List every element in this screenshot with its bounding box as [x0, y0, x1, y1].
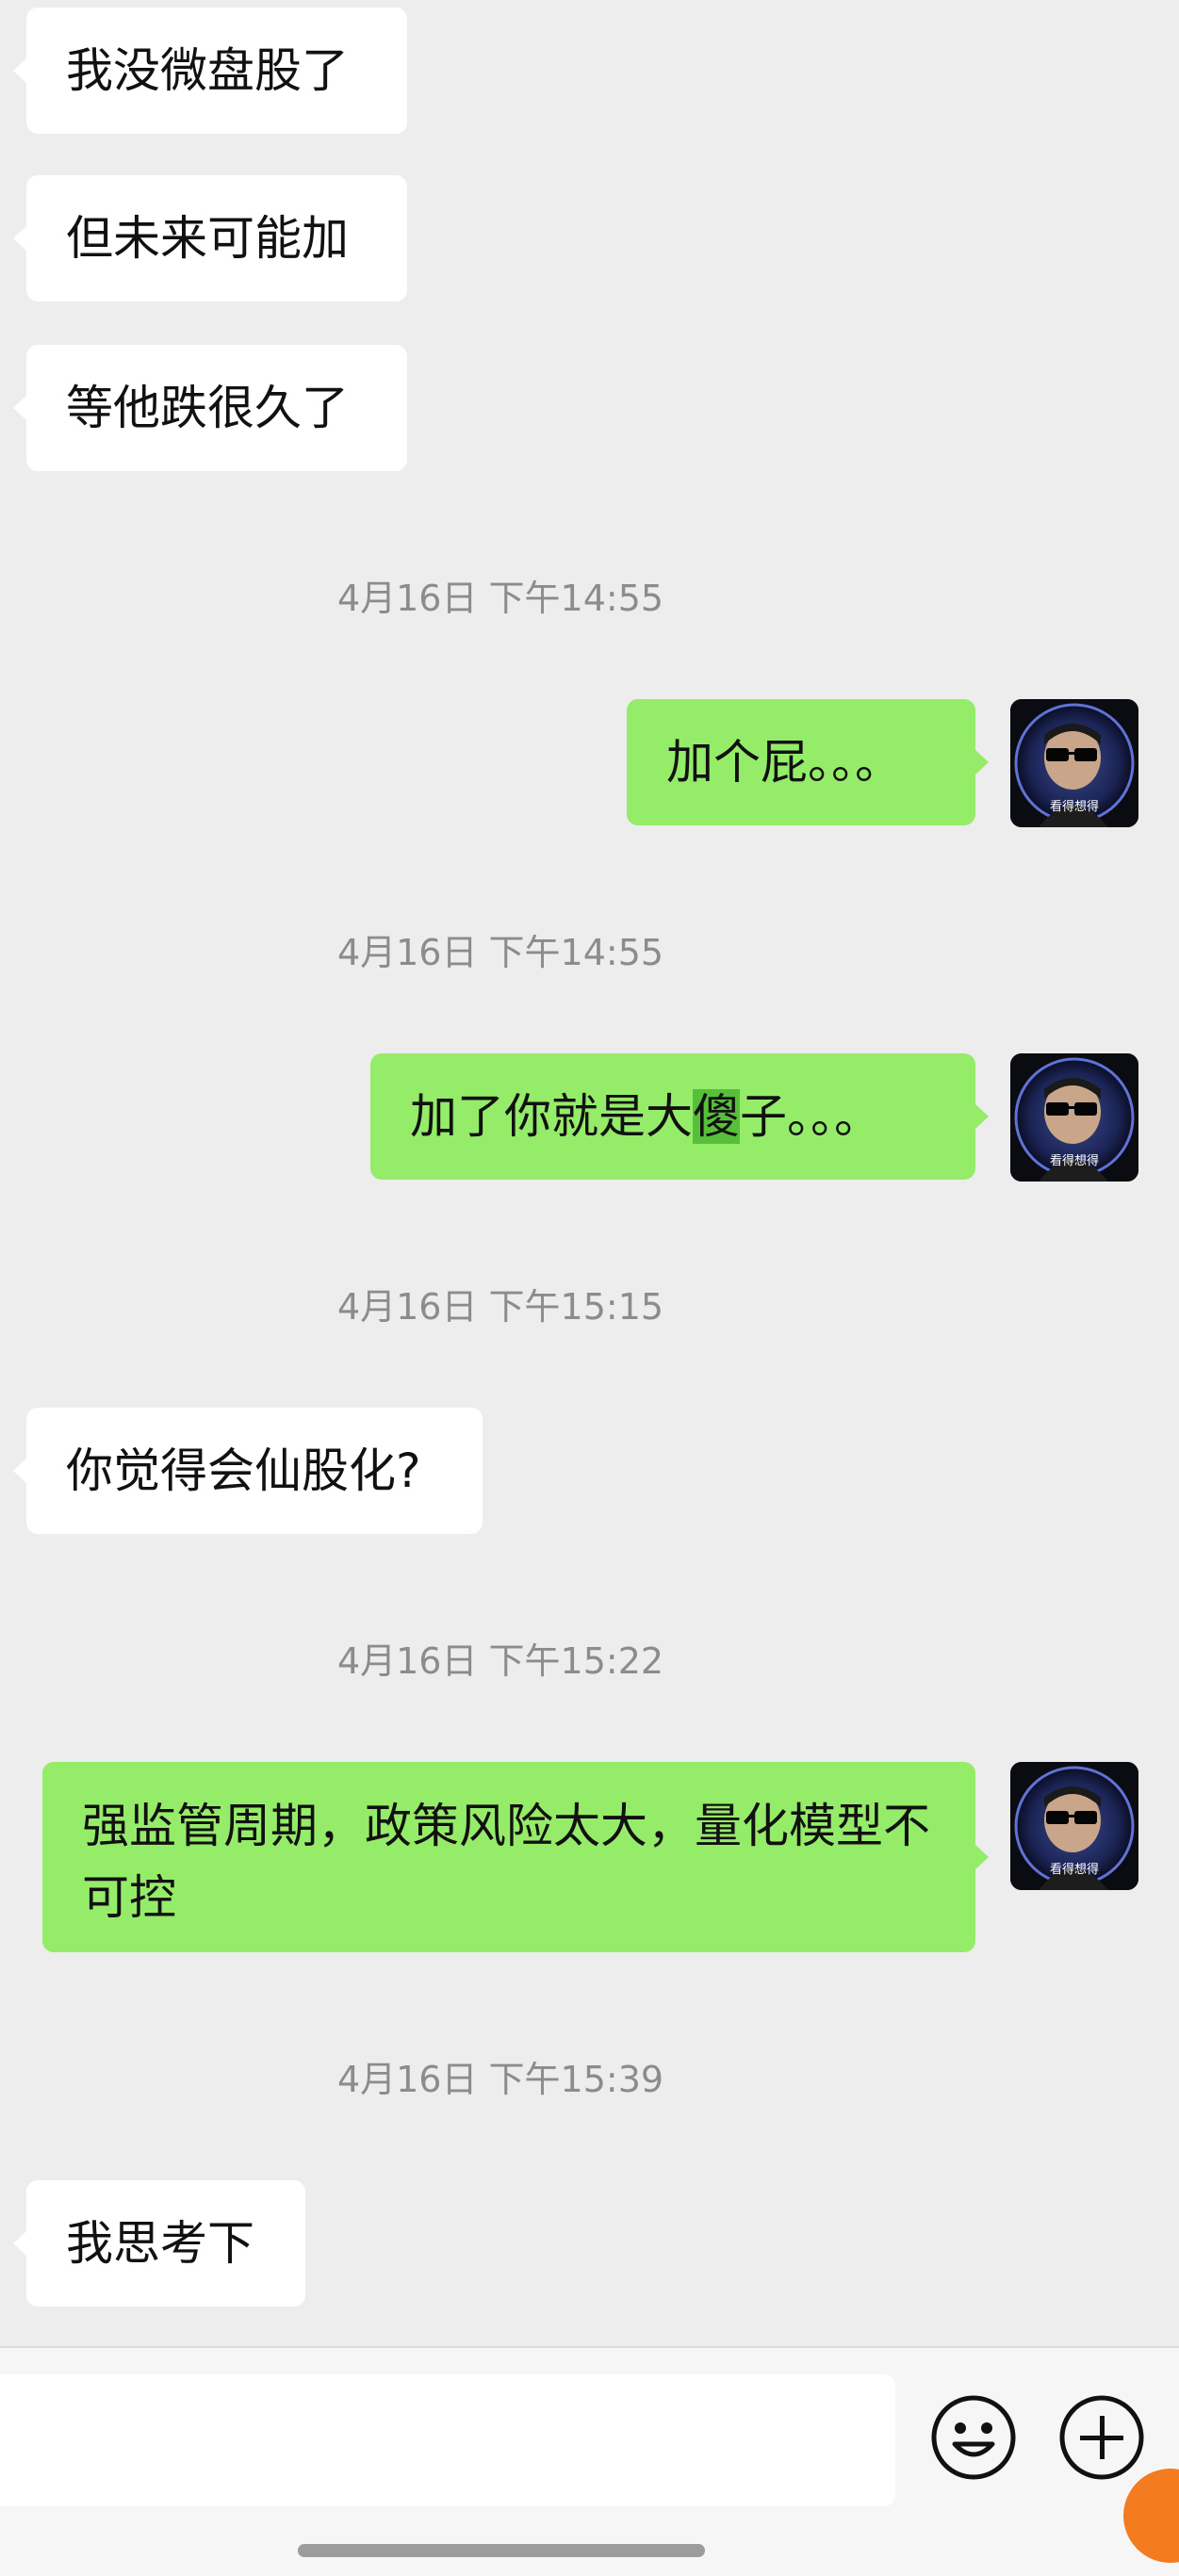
outgoing-message[interactable]: 强监管周期，政策风险太大，量化模型不可控 — [42, 1762, 989, 1952]
message-text: 加个屁。。。 — [666, 735, 902, 790]
message-text: 强监管周期，政策风险太大，量化模型不可控 — [82, 1799, 930, 1925]
message-timestamp: 4月16日 下午15:22 — [336, 1640, 664, 1682]
message-timestamp: 4月16日 下午14:55 — [336, 932, 664, 973]
message-input[interactable] — [0, 2374, 895, 2506]
sunglasses-man-avatar[interactable]: 看得想得 — [1010, 699, 1138, 827]
outgoing-message[interactable]: 加个屁。。。 — [627, 699, 989, 825]
message-text: 等他跌很久了 — [66, 381, 349, 435]
sunglasses-man-avatar[interactable]: 看得想得 — [1010, 1762, 1138, 1890]
home-indicator[interactable] — [298, 2544, 705, 2557]
message-timestamp: 4月16日 下午15:39 — [336, 2059, 664, 2100]
message-text: 加了你就是大傻子。。。 — [410, 1089, 881, 1144]
text-selection-highlight[interactable]: 傻 — [693, 1089, 740, 1144]
incoming-message[interactable]: 我没微盘股了 — [13, 8, 407, 134]
svg-text:看得想得: 看得想得 — [1050, 1862, 1099, 1877]
incoming-message[interactable]: 等他跌很久了 — [13, 345, 407, 471]
outgoing-message[interactable]: 加了你就是大傻子。。。 — [370, 1053, 989, 1180]
svg-text:看得想得: 看得想得 — [1050, 799, 1099, 814]
message-timestamp: 4月16日 下午14:55 — [336, 578, 664, 619]
message-text: 我思考下 — [66, 2216, 254, 2271]
message-text: 我没微盘股了 — [66, 43, 349, 98]
plus-icon[interactable] — [1057, 2393, 1146, 2482]
message-text: 但未来可能加 — [66, 211, 349, 266]
input-bar — [0, 2346, 1179, 2576]
message-timestamp: 4月16日 下午15:15 — [336, 1286, 664, 1328]
incoming-message[interactable]: 你觉得会仙股化? — [13, 1408, 483, 1534]
smiley-icon[interactable] — [929, 2393, 1018, 2482]
message-text: 你觉得会仙股化? — [66, 1443, 421, 1498]
incoming-message[interactable]: 但未来可能加 — [13, 175, 407, 302]
chat-area[interactable]: 我没微盘股了 但未来可能加 等他跌很久了 4月16日 下午14:55 加个屁。。… — [0, 0, 1179, 2346]
sunglasses-man-avatar[interactable]: 看得想得 — [1010, 1053, 1138, 1182]
svg-text:看得想得: 看得想得 — [1050, 1153, 1099, 1168]
incoming-message[interactable]: 我思考下 — [13, 2180, 305, 2307]
